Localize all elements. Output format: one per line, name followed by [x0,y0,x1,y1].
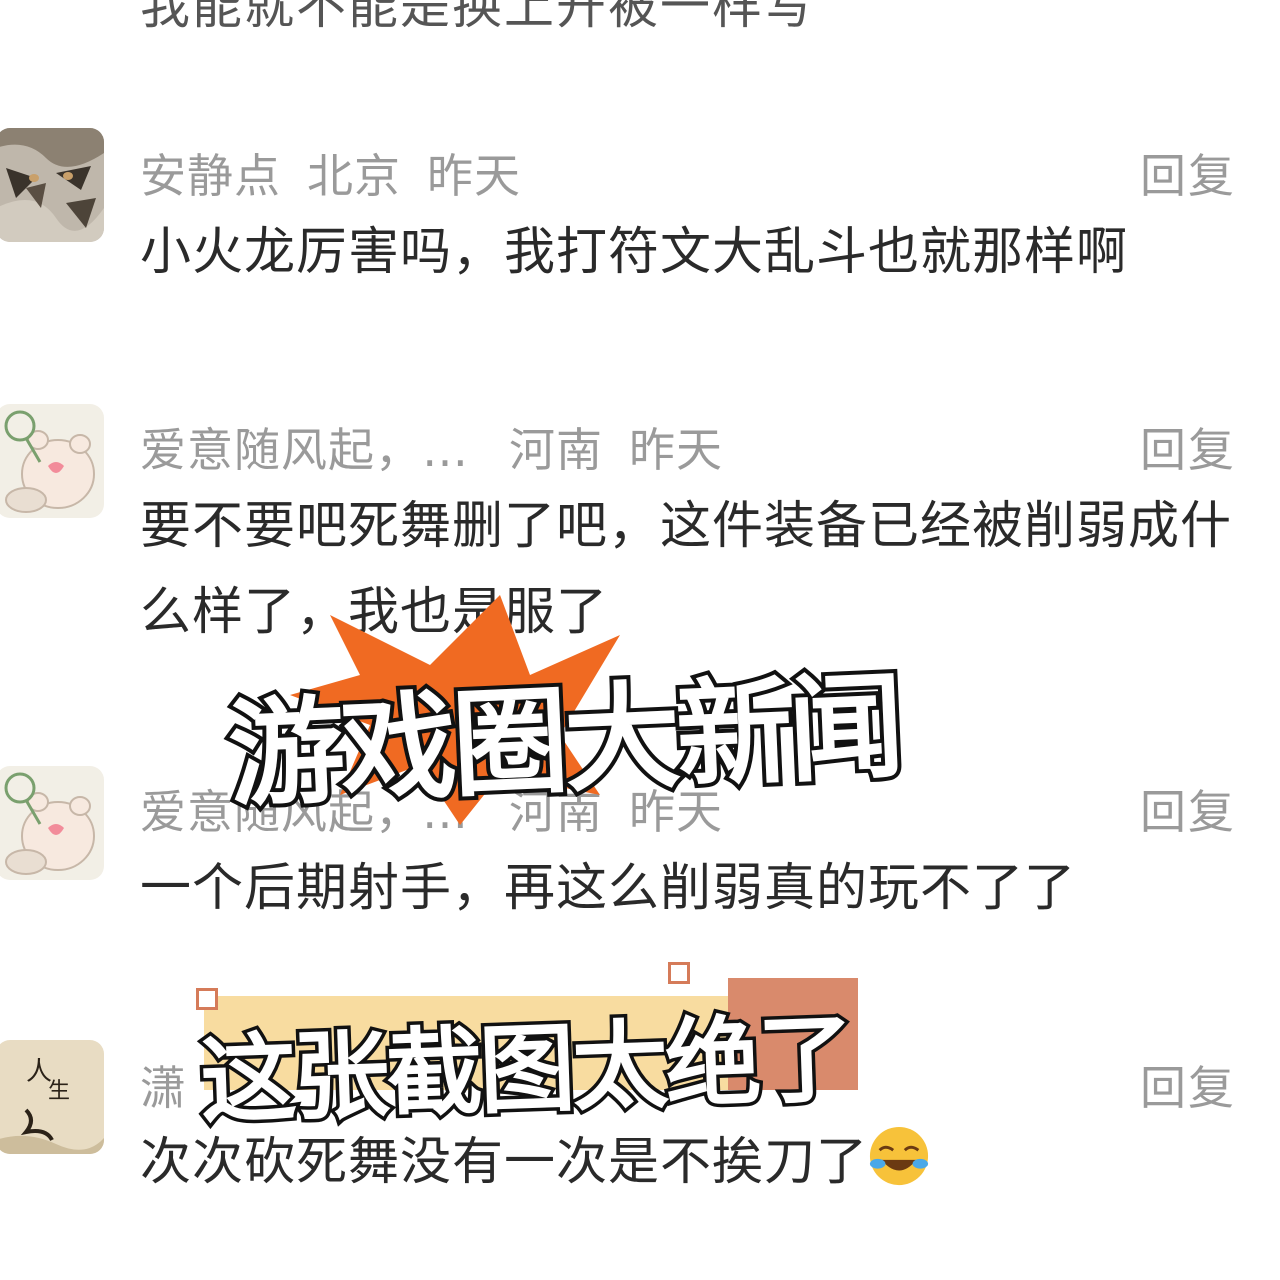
bear-avatar-image [0,404,104,518]
comment-meta: 安静点 北京 昨天 [140,140,547,206]
tiger-avatar[interactable] [0,128,104,242]
partial-top-comment-text: 我能就不能是换上开被一样写 [140,0,816,35]
bear-avatar[interactable] [0,766,104,880]
reply-button[interactable]: 回复 [1140,414,1236,480]
news-headline: 游戏圈大新闻 [222,655,907,827]
comment-text: 小火龙厉害吗，我打符文大乱斗也就那样啊 [140,223,1129,282]
reply-button[interactable]: 回复 [1140,140,1236,206]
location: 北京 [307,149,401,203]
svg-text:生: 生 [48,1079,70,1104]
comment-text: 一个后期射手，再这么削弱真的玩不了了 [140,859,1077,918]
username[interactable]: 爱意随风起，… [140,423,469,477]
calligraphy-avatar[interactable]: 人 生 [0,1040,104,1154]
time: 昨天 [629,423,723,477]
location: 河南 [509,423,603,477]
reply-button[interactable]: 回复 [1140,776,1236,842]
laughing-crying-emoji-icon [869,1126,929,1186]
selection-handle-icon [668,962,690,984]
time: 昨天 [427,149,521,203]
username[interactable]: 安静点 [140,149,281,203]
comment-text-content: 次次砍死舞没有一次是不挨刀了 [140,1133,869,1192]
calligraphy-avatar-image: 人 生 [0,1040,104,1154]
screenshot-caption: 这张截图太绝了 [195,999,857,1141]
tiger-avatar-image [0,128,104,242]
news-sticker: 游戏圈大新闻 [200,595,907,828]
bear-avatar[interactable] [0,404,104,518]
comment-text: 要不要吧死舞删了吧，这件装备已经被削弱成什 [140,497,1233,556]
comment-meta: 爱意随风起，… 河南 昨天 [140,414,749,480]
reply-button[interactable]: 回复 [1140,1052,1236,1118]
username[interactable]: 潇 [140,1061,187,1115]
screenshot-sticker: 这张截图太绝了 [190,960,858,1141]
bear-avatar-image [0,766,104,880]
